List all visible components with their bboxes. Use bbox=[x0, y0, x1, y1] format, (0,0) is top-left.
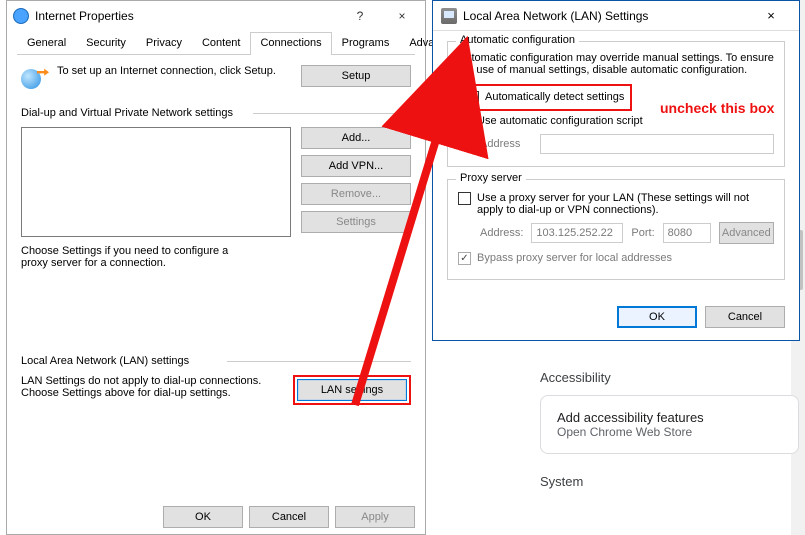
auto-script-label: Use automatic configuration script bbox=[477, 115, 643, 127]
accessibility-card[interactable]: Add accessibility features Open Chrome W… bbox=[540, 395, 799, 454]
auto-detect-checkbox[interactable] bbox=[466, 91, 479, 104]
vpn-fieldset-text: Dial-up and Virtual Private Network sett… bbox=[21, 107, 239, 119]
open-webstore-subtitle: Open Chrome Web Store bbox=[557, 425, 782, 439]
lan-icon bbox=[441, 8, 457, 24]
lan-close-button[interactable]: × bbox=[751, 8, 791, 23]
tab-general[interactable]: General bbox=[17, 32, 76, 55]
section-accessibility-heading: Accessibility bbox=[540, 370, 799, 385]
remove-button: Remove... bbox=[301, 183, 411, 205]
tab-content[interactable]: Content bbox=[192, 32, 251, 55]
internet-properties-window: Internet Properties ? × General Security… bbox=[6, 0, 426, 535]
section-system-heading: System bbox=[540, 474, 799, 489]
setup-button[interactable]: Setup bbox=[301, 65, 411, 87]
script-address-input bbox=[540, 134, 774, 154]
proxy-group: Proxy server Use a proxy server for your… bbox=[447, 179, 785, 280]
setup-text: To set up an Internet connection, click … bbox=[57, 65, 293, 77]
bypass-label: Bypass proxy server for local addresses bbox=[477, 252, 672, 264]
ip-apply-button: Apply bbox=[335, 506, 415, 528]
internet-options-icon bbox=[13, 8, 29, 24]
ip-close-button[interactable]: × bbox=[389, 9, 415, 23]
globe-icon bbox=[21, 65, 49, 93]
add-button[interactable]: Add... bbox=[301, 127, 411, 149]
auto-config-text: Automatic configuration may override man… bbox=[458, 52, 774, 76]
auto-config-caption: Automatic configuration bbox=[456, 34, 579, 46]
tab-programs[interactable]: Programs bbox=[332, 32, 400, 55]
lan-settings-window: Local Area Network (LAN) Settings × Auto… bbox=[432, 0, 800, 341]
ip-help-button[interactable]: ? bbox=[347, 9, 373, 23]
auto-script-checkbox[interactable] bbox=[458, 115, 471, 128]
use-proxy-checkbox[interactable] bbox=[458, 192, 471, 205]
ip-tabbar: General Security Privacy Content Connect… bbox=[17, 31, 415, 55]
add-accessibility-title: Add accessibility features bbox=[557, 410, 782, 425]
lan-window-title: Local Area Network (LAN) Settings bbox=[463, 9, 751, 23]
ip-titlebar: Internet Properties ? × bbox=[7, 1, 425, 31]
proxy-port-label: Port: bbox=[631, 227, 654, 239]
ip-ok-button[interactable]: OK bbox=[163, 506, 243, 528]
use-proxy-row[interactable]: Use a proxy server for your LAN (These s… bbox=[458, 192, 774, 216]
ip-window-title: Internet Properties bbox=[35, 9, 347, 23]
bypass-checkbox bbox=[458, 252, 471, 265]
lan-titlebar: Local Area Network (LAN) Settings × bbox=[433, 1, 799, 31]
highlight-lan-settings: LAN settings bbox=[293, 375, 411, 405]
lan-cancel-button[interactable]: Cancel bbox=[705, 306, 785, 328]
annotation-text: uncheck this box bbox=[660, 100, 774, 116]
highlight-auto-detect: Automatically detect settings bbox=[458, 84, 632, 111]
use-proxy-label: Use a proxy server for your LAN (These s… bbox=[477, 192, 774, 216]
tab-privacy[interactable]: Privacy bbox=[136, 32, 192, 55]
proxy-port-input bbox=[663, 223, 711, 243]
proxy-address-input bbox=[531, 223, 623, 243]
lan-fieldset-text: Local Area Network (LAN) settings bbox=[21, 355, 195, 367]
vpn-note: Choose Settings if you need to configure… bbox=[21, 245, 251, 269]
chrome-settings-fragment: Accessibility Add accessibility features… bbox=[540, 370, 799, 489]
tab-connections[interactable]: Connections bbox=[250, 32, 331, 55]
ip-cancel-button[interactable]: Cancel bbox=[249, 506, 329, 528]
proxy-advanced-button: Advanced bbox=[719, 222, 774, 244]
proxy-caption: Proxy server bbox=[456, 172, 526, 184]
lan-settings-button[interactable]: LAN settings bbox=[297, 379, 407, 401]
vpn-fieldset-label: Dial-up and Virtual Private Network sett… bbox=[21, 107, 411, 119]
settings-button: Settings bbox=[301, 211, 411, 233]
bypass-row: Bypass proxy server for local addresses bbox=[458, 252, 774, 265]
lan-ok-button[interactable]: OK bbox=[617, 306, 697, 328]
script-address-label: Address bbox=[480, 138, 532, 150]
add-vpn-button[interactable]: Add VPN... bbox=[301, 155, 411, 177]
auto-detect-row[interactable]: Automatically detect settings bbox=[466, 91, 624, 104]
lan-note: LAN Settings do not apply to dial-up con… bbox=[21, 375, 283, 399]
auto-script-row[interactable]: Use automatic configuration script bbox=[458, 115, 774, 128]
auto-detect-label: Automatically detect settings bbox=[485, 91, 624, 103]
vpn-connection-list[interactable] bbox=[21, 127, 291, 237]
tab-security[interactable]: Security bbox=[76, 32, 136, 55]
lan-fieldset-label: Local Area Network (LAN) settings bbox=[21, 355, 411, 367]
proxy-address-label: Address: bbox=[480, 227, 523, 239]
